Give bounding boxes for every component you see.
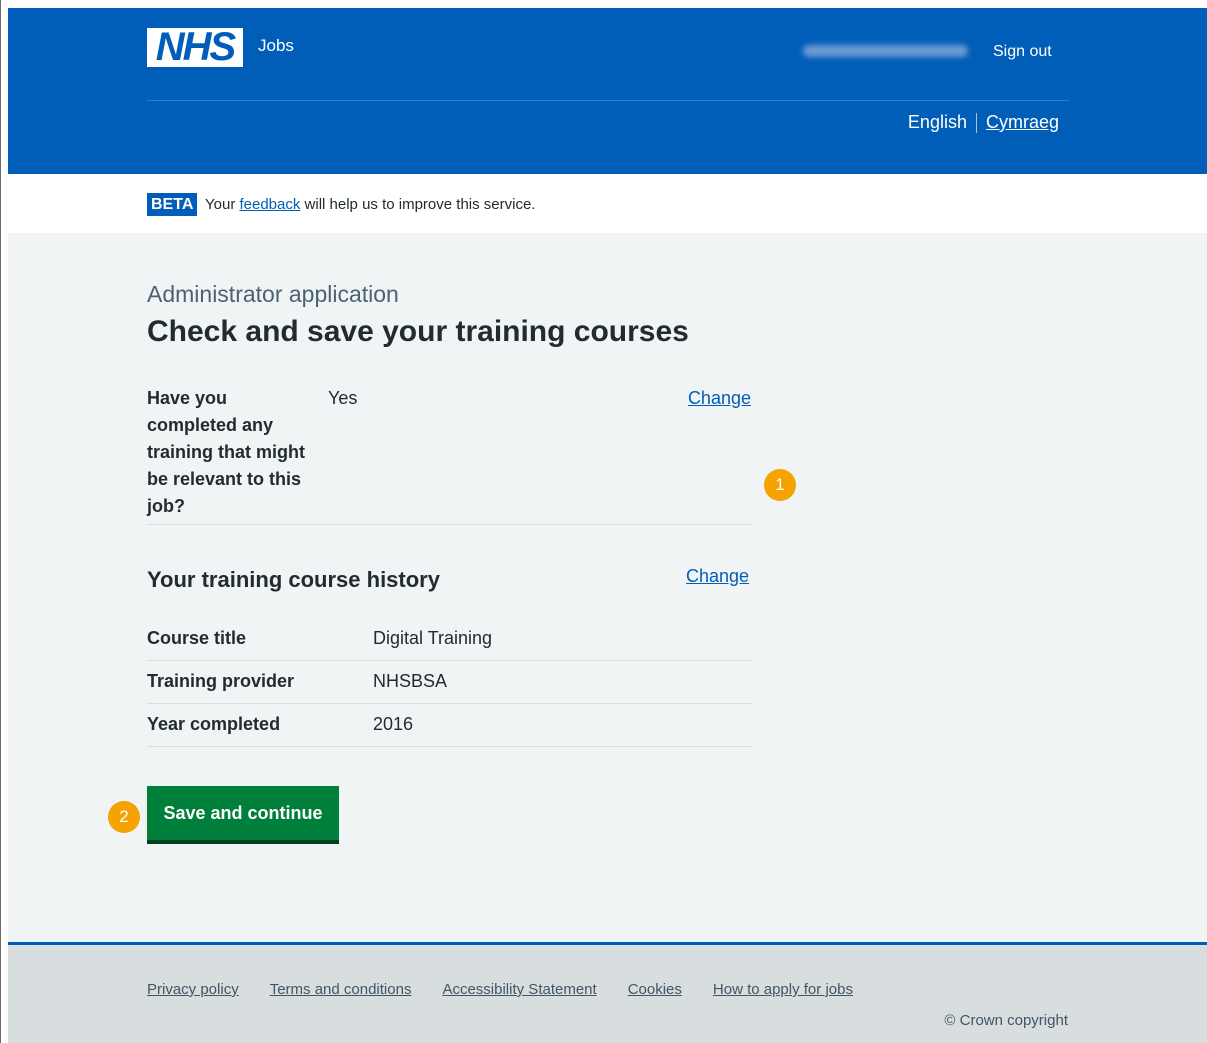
summary-row-training-question: Have you completed any training that mig… — [147, 385, 751, 525]
training-history-list: Course title Digital Training Training p… — [147, 618, 751, 747]
summary-key: Year completed — [147, 714, 281, 734]
annotation-marker-2: 2 — [108, 801, 140, 833]
feedback-link[interactable]: feedback — [239, 196, 300, 213]
main-content: Administrator application Check and save… — [8, 233, 1207, 942]
summary-value: 2016 — [373, 714, 414, 734]
save-and-continue-button[interactable]: Save and continue — [147, 786, 339, 840]
page-caption: Administrator application — [147, 281, 399, 307]
site-footer: Privacy policy Terms and conditions Acce… — [8, 942, 1207, 1043]
site-header: NHS Jobs Sign out English Cymraeg — [8, 8, 1207, 174]
language-welsh-link[interactable]: Cymraeg — [986, 112, 1059, 133]
beta-text-after: will help us to improve this service. — [304, 196, 536, 213]
beta-text-before: Your — [205, 196, 236, 213]
user-name-redacted — [803, 45, 968, 57]
sign-out-link[interactable]: Sign out — [993, 43, 1052, 61]
beta-tag: BETA — [147, 193, 198, 216]
change-training-question-link[interactable]: Change — [688, 385, 751, 412]
summary-value: Yes — [328, 388, 358, 408]
beta-text: Your feedback will help us to improve th… — [205, 196, 535, 213]
summary-value: NHSBSA — [373, 671, 448, 691]
footer-links: Privacy policy Terms and conditions Acce… — [147, 981, 853, 998]
summary-row-year-completed: Year completed 2016 — [147, 704, 751, 747]
header-divider — [147, 100, 1069, 101]
page-title: Check and save your training courses — [147, 315, 689, 348]
beta-banner: BETA Your feedback will help us to impro… — [8, 174, 1207, 233]
nhs-logo[interactable]: NHS — [147, 27, 243, 67]
change-training-history-link[interactable]: Change — [686, 566, 749, 587]
copyright: © Crown copyright — [944, 1012, 1068, 1029]
summary-key: Have you completed any training that mig… — [147, 388, 305, 516]
footer-link-cookies[interactable]: Cookies — [628, 981, 682, 998]
training-history-heading: Your training course history — [147, 567, 440, 592]
service-name[interactable]: Jobs — [258, 36, 294, 56]
summary-row-training-provider: Training provider NHSBSA — [147, 661, 751, 704]
language-switcher: English Cymraeg — [908, 112, 1059, 133]
annotation-marker-1: 1 — [764, 469, 796, 501]
summary-row-course-title: Course title Digital Training — [147, 618, 751, 661]
footer-link-privacy[interactable]: Privacy policy — [147, 981, 239, 998]
language-separator — [975, 112, 977, 133]
summary-key: Training provider — [147, 671, 295, 691]
summary-key: Course title — [147, 628, 247, 648]
footer-link-accessibility[interactable]: Accessibility Statement — [442, 981, 596, 998]
footer-link-how-to-apply[interactable]: How to apply for jobs — [713, 981, 853, 998]
summary-value: Digital Training — [373, 628, 493, 648]
footer-link-terms[interactable]: Terms and conditions — [270, 981, 412, 998]
language-english: English — [907, 112, 967, 132]
